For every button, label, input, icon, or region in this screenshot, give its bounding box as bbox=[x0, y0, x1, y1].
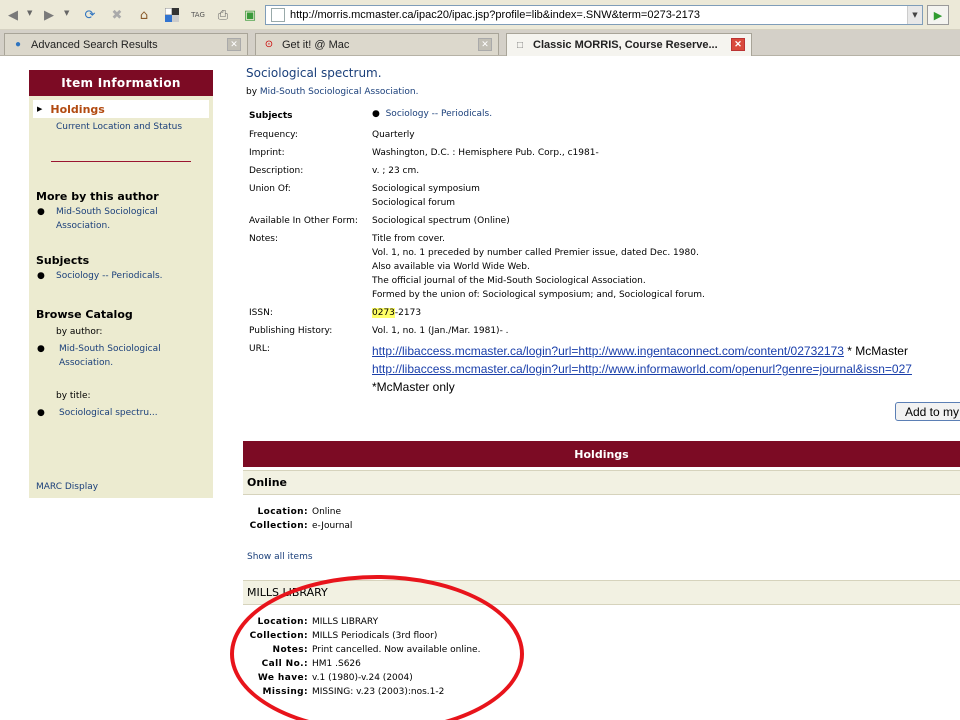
imprint-label: Imprint: bbox=[249, 148, 285, 158]
item-info-sidebar: Item Information ▶ Holdings Current Loca… bbox=[29, 70, 213, 498]
ingenta-link[interactable]: http://libaccess.mcmaster.ca/login?url=h… bbox=[372, 344, 844, 358]
back-icon[interactable]: ◀ bbox=[4, 5, 22, 25]
more-by-author-heading: More by this author bbox=[36, 190, 159, 203]
back-dropdown-icon[interactable]: ▼ bbox=[27, 9, 32, 17]
stop-icon[interactable]: ✖ bbox=[107, 5, 127, 25]
online-location-label: Location: bbox=[257, 507, 308, 517]
add-to-my-list-button[interactable]: Add to my bbox=[895, 402, 960, 421]
description-label: Description: bbox=[249, 166, 304, 176]
frequency-label: Frequency: bbox=[249, 130, 298, 140]
address-bar[interactable]: http://morris.mcmaster.ca/ipac20/ipac.js… bbox=[265, 5, 923, 25]
go-icon[interactable]: ▶ bbox=[927, 5, 949, 25]
available-other-form-label: Available In Other Form: bbox=[249, 216, 358, 226]
online-heading: Online bbox=[243, 470, 960, 495]
tab-label: Classic MORRIS, Course Reserve... bbox=[533, 39, 718, 51]
url-line-2: http://libaccess.mcmaster.ca/login?url=h… bbox=[372, 362, 912, 376]
home-icon[interactable]: ⌂ bbox=[134, 5, 154, 25]
subject-link[interactable]: Sociology -- Periodicals. bbox=[56, 269, 163, 283]
notes-label: Notes: bbox=[249, 234, 279, 244]
sidebar-item-label: Holdings bbox=[50, 102, 105, 116]
record-author: by Mid-South Sociological Association. bbox=[246, 87, 419, 97]
tab-get-it[interactable]: ⊙ Get it! @ Mac ✕ bbox=[255, 33, 499, 55]
author-link[interactable]: Mid-South Sociological Association. bbox=[56, 205, 158, 233]
description-value: v. ; 23 cm. bbox=[372, 166, 420, 176]
browser-toolbar: ◀ ▼ ▶ ▼ ⟳ ✖ ⌂ TAG ⎙ ▣ http://morris.mcma… bbox=[0, 0, 960, 30]
tab-classic-morris[interactable]: □ Classic MORRIS, Course Reserve... ✕ bbox=[506, 33, 752, 56]
forward-icon[interactable]: ▶ bbox=[40, 5, 58, 25]
show-all-items-link[interactable]: Show all items bbox=[247, 552, 313, 562]
red-annotation-circle bbox=[230, 575, 524, 720]
by-title-label: by title: bbox=[56, 391, 91, 401]
union-of-value: Sociological symposium Sociological foru… bbox=[372, 184, 480, 208]
close-icon[interactable]: ✕ bbox=[731, 38, 745, 51]
author-link[interactable]: Mid-South Sociological Association. bbox=[260, 87, 419, 97]
close-icon[interactable]: ✕ bbox=[227, 38, 241, 51]
frequency-value: Quarterly bbox=[372, 130, 415, 140]
tab-bar: ● Advanced Search Results ✕ ⊙ Get it! @ … bbox=[0, 30, 960, 56]
divider bbox=[51, 161, 191, 162]
page-icon bbox=[271, 8, 285, 22]
online-collection-value: e-Journal bbox=[312, 521, 353, 531]
tab-label: Advanced Search Results bbox=[31, 38, 158, 51]
subject-link[interactable]: Sociology -- Periodicals. bbox=[386, 109, 493, 119]
page-icon: □ bbox=[516, 39, 524, 51]
url-line-1: http://libaccess.mcmaster.ca/login?url=h… bbox=[372, 344, 908, 358]
imprint-value: Washington, D.C. : Hemisphere Pub. Corp.… bbox=[372, 148, 599, 158]
tab-advanced-search[interactable]: ● Advanced Search Results ✕ bbox=[4, 33, 248, 55]
sidebar-header: Item Information bbox=[29, 70, 213, 96]
holdings-bar: Holdings bbox=[243, 441, 960, 467]
bullet-icon: ● bbox=[37, 408, 45, 418]
publishing-history-value: Vol. 1, no. 1 (Jan./Mar. 1981)- . bbox=[372, 326, 509, 336]
browse-author-link[interactable]: Mid-South Sociological Association. bbox=[59, 342, 161, 370]
issn-highlight: 0273 bbox=[372, 308, 395, 318]
tab-label: Get it! @ Mac bbox=[282, 38, 350, 51]
informaworld-link[interactable]: http://libaccess.mcmaster.ca/login?url=h… bbox=[372, 362, 912, 376]
getit-icon: ⊙ bbox=[264, 39, 274, 50]
browse-title-link[interactable]: Sociological spectru... bbox=[59, 406, 158, 420]
issn-value: 0273-2173 bbox=[372, 308, 422, 318]
sidebar-item-holdings[interactable]: ▶ Holdings bbox=[33, 100, 209, 118]
bullet-icon: ● bbox=[37, 271, 45, 281]
subjects-label: Subjects bbox=[249, 111, 293, 121]
subjects-value: ● Sociology -- Periodicals. bbox=[372, 107, 492, 121]
globe-icon: ● bbox=[14, 39, 22, 50]
by-author-label: by author: bbox=[56, 327, 103, 337]
bullet-icon: ● bbox=[37, 344, 45, 354]
online-collection-label: Collection: bbox=[249, 521, 308, 531]
notes-value: Title from cover. Vol. 1, no. 1 preceded… bbox=[372, 234, 705, 300]
address-text[interactable]: http://morris.mcmaster.ca/ipac20/ipac.js… bbox=[290, 9, 700, 21]
sidebar-item-current-location[interactable]: Current Location and Status bbox=[56, 122, 182, 132]
arrow-icon: ▶ bbox=[37, 105, 43, 113]
new-tab-icon[interactable]: ▣ bbox=[240, 5, 260, 25]
forward-dropdown-icon[interactable]: ▼ bbox=[64, 9, 69, 17]
issn-label: ISSN: bbox=[249, 308, 273, 318]
online-location-value: Online bbox=[312, 507, 342, 517]
bullet-icon: ● bbox=[37, 207, 45, 217]
publishing-history-label: Publishing History: bbox=[249, 326, 333, 336]
tag-icon[interactable]: TAG bbox=[188, 5, 208, 25]
address-dropdown-icon[interactable]: ▼ bbox=[907, 6, 922, 24]
delicious-icon[interactable] bbox=[162, 5, 182, 25]
marc-display-link[interactable]: MARC Display bbox=[36, 480, 98, 494]
url-label: URL: bbox=[249, 344, 270, 354]
browse-catalog-heading: Browse Catalog bbox=[36, 308, 133, 321]
url-note: *McMaster only bbox=[372, 380, 455, 394]
record-title[interactable]: Sociological spectrum. bbox=[246, 66, 382, 80]
close-icon[interactable]: ✕ bbox=[478, 38, 492, 51]
print-icon[interactable]: ⎙ bbox=[213, 5, 233, 25]
union-of-label: Union Of: bbox=[249, 184, 291, 194]
refresh-icon[interactable]: ⟳ bbox=[80, 5, 100, 25]
bullet-icon: ● bbox=[372, 109, 380, 119]
available-other-form-value: Sociological spectrum (Online) bbox=[372, 216, 510, 226]
subjects-heading: Subjects bbox=[36, 254, 90, 267]
